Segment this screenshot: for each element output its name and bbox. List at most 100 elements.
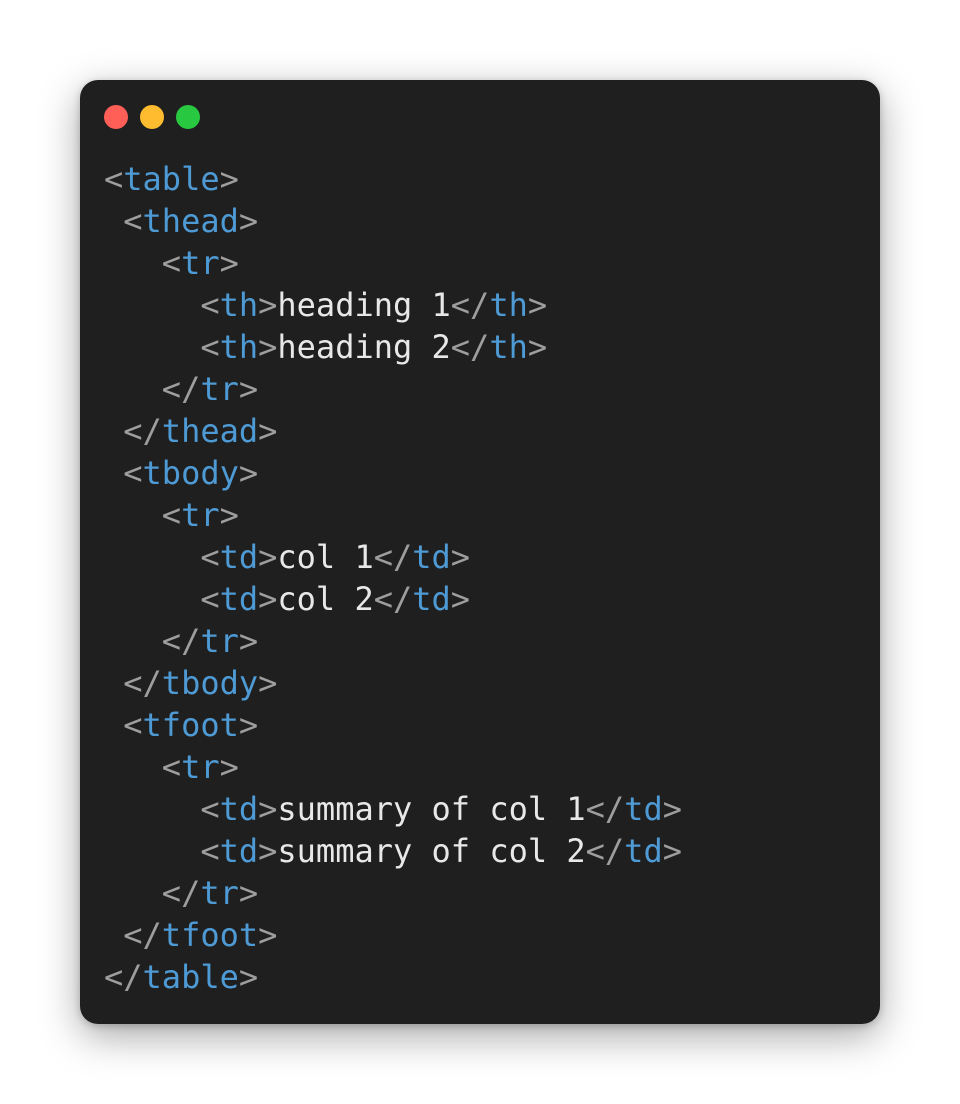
code-line: <tr> xyxy=(104,494,682,536)
code-line: <tbody> xyxy=(104,452,682,494)
code-tag-name: td xyxy=(219,538,259,576)
code-line: <th>heading 2</th> xyxy=(104,326,682,368)
code-tag-name: tfoot xyxy=(142,706,239,744)
code-punctuation: > xyxy=(238,454,259,492)
code-tag-name: tbody xyxy=(161,664,259,702)
code-punctuation: > xyxy=(450,580,471,618)
code-punctuation: </ xyxy=(123,412,162,450)
code-tag-name: tr xyxy=(200,622,239,660)
code-punctuation: > xyxy=(238,622,259,660)
code-punctuation: > xyxy=(219,496,239,534)
code-tag-name: td xyxy=(412,580,451,618)
code-punctuation: < xyxy=(200,538,220,576)
code-line: <td>col 1</td> xyxy=(104,536,682,578)
code-tag-name: th xyxy=(219,286,259,324)
code-line: <tfoot> xyxy=(104,704,682,746)
code-tag-name: tr xyxy=(181,748,220,786)
code-punctuation: > xyxy=(527,286,548,324)
code-punctuation: > xyxy=(258,328,278,366)
code-punctuation: < xyxy=(200,832,220,870)
code-punctuation: < xyxy=(161,244,182,282)
code-tag-name: tbody xyxy=(142,454,239,492)
code-tag-name: th xyxy=(489,328,528,366)
code-punctuation: > xyxy=(258,580,278,618)
code-line: <thead> xyxy=(104,200,682,242)
code-line: </thead> xyxy=(104,410,682,452)
code-punctuation: </ xyxy=(585,790,625,828)
code-punctuation: </ xyxy=(123,916,162,954)
code-punctuation: < xyxy=(104,160,124,198)
code-punctuation: > xyxy=(258,790,278,828)
code-line: </table> xyxy=(104,956,682,998)
code-punctuation: > xyxy=(219,160,239,198)
code-punctuation: </ xyxy=(585,832,625,870)
code-punctuation: </ xyxy=(373,538,413,576)
code-punctuation: > xyxy=(258,538,278,576)
code-text: heading 2 xyxy=(277,328,451,366)
code-tag-name: td xyxy=(624,790,663,828)
code-block: <table> <thead> <tr> <th>heading 1</th> … xyxy=(104,158,682,998)
code-punctuation: </ xyxy=(373,580,413,618)
minimize-window-button[interactable] xyxy=(140,105,164,129)
code-tag-name: td xyxy=(624,832,663,870)
code-line: <th>heading 1</th> xyxy=(104,284,682,326)
code-punctuation: </ xyxy=(104,958,143,996)
code-punctuation: > xyxy=(258,412,278,450)
code-tag-name: th xyxy=(489,286,528,324)
code-text: heading 1 xyxy=(277,286,451,324)
code-punctuation: < xyxy=(123,706,143,744)
code-punctuation: </ xyxy=(161,622,201,660)
code-punctuation: < xyxy=(161,496,182,534)
code-text: summary of col 1 xyxy=(277,790,586,828)
code-punctuation: > xyxy=(238,202,259,240)
close-window-button[interactable] xyxy=(104,105,128,129)
code-line: <table> xyxy=(104,158,682,200)
code-punctuation: > xyxy=(238,706,259,744)
code-punctuation: </ xyxy=(123,664,162,702)
code-punctuation: > xyxy=(258,664,278,702)
window-controls xyxy=(104,105,200,129)
code-text: col 2 xyxy=(277,580,374,618)
code-line: <tr> xyxy=(104,746,682,788)
code-tag-name: td xyxy=(412,538,451,576)
code-punctuation: < xyxy=(200,580,220,618)
code-punctuation: < xyxy=(200,790,220,828)
code-tag-name: tr xyxy=(200,874,239,912)
code-line: <tr> xyxy=(104,242,682,284)
code-tag-name: tfoot xyxy=(161,916,259,954)
code-punctuation: > xyxy=(527,328,548,366)
code-tag-name: th xyxy=(219,328,259,366)
code-tag-name: thead xyxy=(142,202,239,240)
code-line: <td>summary of col 2</td> xyxy=(104,830,682,872)
code-line: </tbody> xyxy=(104,662,682,704)
maximize-window-button[interactable] xyxy=(176,105,200,129)
code-punctuation: </ xyxy=(161,874,201,912)
code-text: col 1 xyxy=(277,538,374,576)
code-line: <td>col 2</td> xyxy=(104,578,682,620)
code-punctuation: < xyxy=(123,202,143,240)
code-punctuation: > xyxy=(219,748,239,786)
code-line: </tr> xyxy=(104,872,682,914)
code-line: </tfoot> xyxy=(104,914,682,956)
code-punctuation: </ xyxy=(450,286,490,324)
code-tag-name: td xyxy=(219,832,259,870)
code-tag-name: tr xyxy=(181,244,220,282)
code-text: summary of col 2 xyxy=(277,832,586,870)
code-punctuation: > xyxy=(238,958,259,996)
code-line: </tr> xyxy=(104,620,682,662)
code-punctuation: > xyxy=(258,832,278,870)
code-tag-name: table xyxy=(123,160,220,198)
code-tag-name: tr xyxy=(200,370,239,408)
